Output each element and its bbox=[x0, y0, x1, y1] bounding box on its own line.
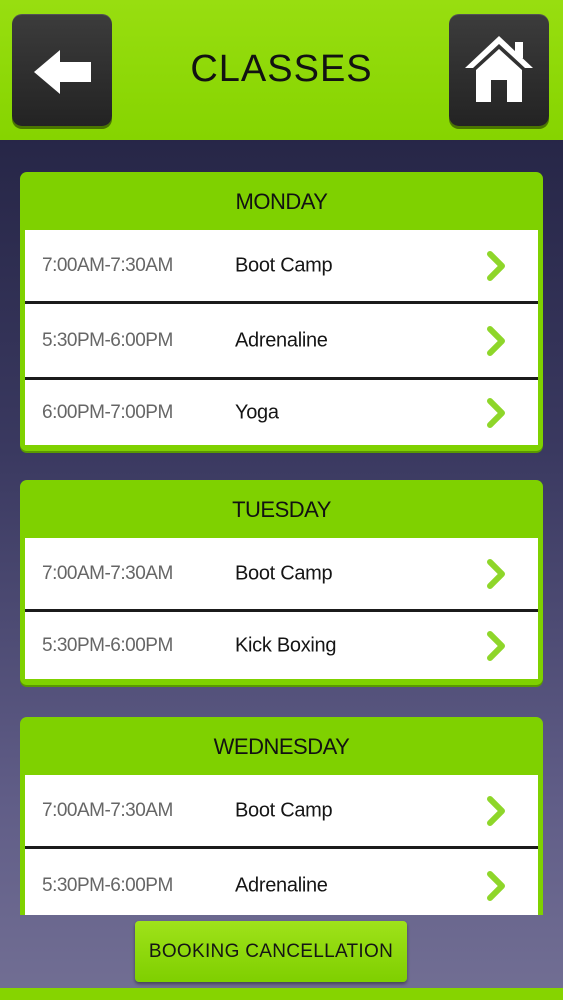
chevron-right-icon bbox=[487, 250, 505, 281]
booking-cancellation-button[interactable]: BOOKING CANCELLATION bbox=[135, 921, 407, 982]
class-name: Adrenaline bbox=[235, 874, 328, 896]
chevron-right-icon bbox=[487, 870, 505, 901]
class-time: 5:30PM-6:00PM bbox=[42, 634, 173, 656]
class-time: 7:00AM-7:30AM bbox=[42, 799, 173, 821]
day-header: TUESDAY bbox=[232, 497, 331, 522]
day-header: WEDNESDAY bbox=[213, 734, 350, 759]
class-row[interactable]: 5:30PM-6:00PM Kick Boxing bbox=[25, 612, 538, 679]
class-row[interactable]: 6:00PM-7:00PM Yoga bbox=[25, 380, 538, 445]
chevron-right-icon bbox=[487, 558, 505, 589]
day-card-monday: MONDAY 7:00AM-7:30AM Boot Camp 5:30PM-6:… bbox=[20, 172, 543, 451]
day-card-tuesday: TUESDAY 7:00AM-7:30AM Boot Camp 5:30PM-6… bbox=[20, 480, 543, 685]
class-time: 7:00AM-7:30AM bbox=[42, 562, 173, 584]
class-time: 5:30PM-6:00PM bbox=[42, 329, 173, 351]
class-name: Boot Camp bbox=[235, 254, 333, 276]
day-header: MONDAY bbox=[235, 189, 328, 214]
class-row[interactable]: 7:00AM-7:30AM Boot Camp bbox=[25, 230, 538, 304]
class-name: Yoga bbox=[235, 401, 279, 423]
class-row[interactable]: 5:30PM-6:00PM Adrenaline bbox=[25, 849, 538, 915]
home-button[interactable] bbox=[449, 14, 549, 126]
class-time: 6:00PM-7:00PM bbox=[42, 401, 173, 423]
class-name: Boot Camp bbox=[235, 799, 333, 821]
bottom-bar bbox=[0, 988, 563, 1000]
class-row[interactable]: 5:30PM-6:00PM Adrenaline bbox=[25, 304, 538, 380]
class-time: 7:00AM-7:30AM bbox=[42, 254, 173, 276]
class-name: Adrenaline bbox=[235, 329, 328, 351]
home-icon bbox=[465, 36, 533, 102]
chevron-right-icon bbox=[487, 397, 505, 428]
class-name: Kick Boxing bbox=[235, 634, 337, 656]
chevron-right-icon bbox=[487, 630, 505, 661]
class-name: Boot Camp bbox=[235, 562, 333, 584]
chevron-right-icon bbox=[487, 795, 505, 826]
header-bar: CLASSES bbox=[0, 0, 563, 140]
class-row[interactable]: 7:00AM-7:30AM Boot Camp bbox=[25, 775, 538, 849]
class-time: 5:30PM-6:00PM bbox=[42, 874, 173, 896]
day-card-wednesday: WEDNESDAY 7:00AM-7:30AM Boot Camp 5:30PM… bbox=[20, 717, 543, 915]
chevron-right-icon bbox=[487, 325, 505, 356]
class-row[interactable]: 7:00AM-7:30AM Boot Camp bbox=[25, 538, 538, 612]
